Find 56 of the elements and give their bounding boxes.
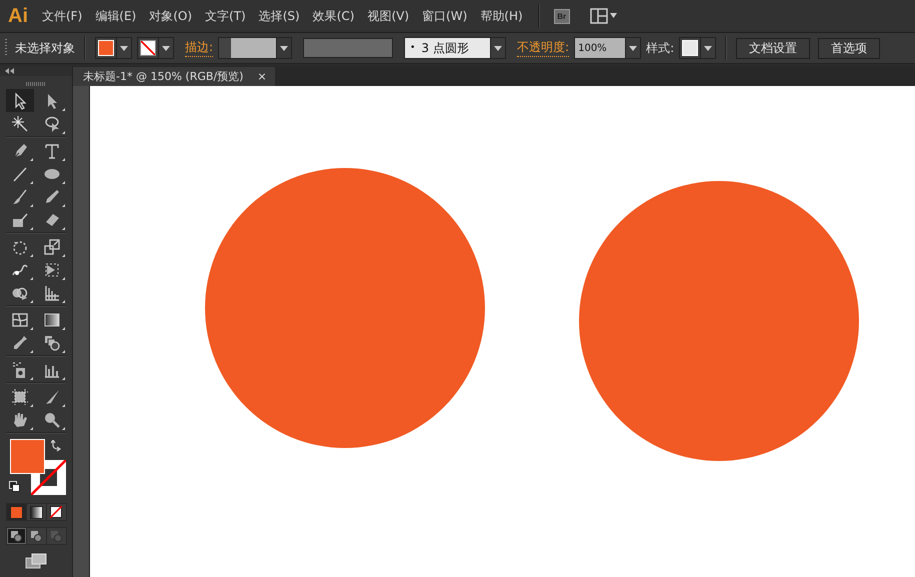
lasso-icon (43, 114, 61, 132)
draw-normal-icon (10, 530, 22, 542)
free-transform-icon (43, 260, 61, 278)
gradient-mode-button[interactable] (26, 504, 46, 520)
menu-item[interactable]: 帮助(H) (480, 8, 523, 24)
artboard-icon (11, 388, 29, 406)
draw-mode-button[interactable] (6, 528, 26, 544)
color-mode-button[interactable] (6, 504, 26, 520)
hand-icon (11, 410, 29, 428)
collapse-panel-icon[interactable] (5, 68, 14, 74)
opacity-link[interactable]: 不透明度: (517, 39, 570, 57)
opacity-field[interactable]: 100% (574, 37, 642, 59)
stroke-color-dropdown[interactable] (137, 37, 174, 59)
selection-status-text: 未选择对象 (15, 40, 75, 56)
menu-item[interactable]: 效果(C) (312, 8, 354, 24)
type-icon (43, 142, 61, 160)
swap-fill-stroke-icon[interactable] (51, 440, 63, 452)
magic-wand-icon (11, 114, 29, 132)
stroke-weight-field[interactable] (218, 37, 292, 59)
gradient-icon (43, 310, 61, 328)
scale-icon (43, 238, 61, 256)
tool-button[interactable] (6, 89, 34, 112)
fill-color-dropdown[interactable] (95, 37, 132, 59)
control-bar-button[interactable]: 首选项 (818, 38, 880, 58)
stroke-link[interactable]: 描边: (185, 39, 214, 57)
pencil-icon (43, 188, 61, 206)
close-tab-button[interactable]: × (257, 70, 267, 83)
document-tab[interactable]: 未标题-1* @ 150% (RGB/预览) × (73, 67, 275, 86)
variable-width-profile-dropdown[interactable] (303, 38, 394, 58)
menu-item[interactable]: 视图(V) (367, 8, 410, 24)
none-mode-button[interactable] (46, 504, 66, 520)
paintbrush-icon (11, 188, 29, 206)
mesh-icon (11, 310, 29, 328)
default-colors-icon[interactable] (9, 481, 20, 492)
fill-swatch[interactable] (10, 439, 45, 474)
perspective-grid-icon (43, 284, 61, 302)
graphic-style-dropdown[interactable] (679, 37, 716, 59)
menu-item[interactable]: 窗口(W) (422, 8, 468, 24)
menu-item[interactable]: 编辑(E) (95, 8, 136, 24)
zoom-icon (43, 410, 61, 428)
style-label: 样式: (646, 40, 674, 56)
eyedropper-icon (11, 334, 29, 352)
document-title: 未标题-1* @ 150% (RGB/预览) (83, 69, 244, 84)
menu-item[interactable]: 选择(S) (258, 8, 300, 24)
workspace-switcher-button[interactable] (590, 8, 620, 24)
menu-item[interactable]: 对象(O) (149, 8, 192, 24)
menu-item[interactable]: 文字(T) (205, 8, 246, 24)
draw-behind-icon (30, 530, 42, 542)
screen-mode-icon[interactable] (25, 553, 47, 569)
brush-definition-dropdown[interactable]: • 3 点圆形 (404, 37, 506, 59)
blend-icon (43, 334, 61, 352)
app-logo: Ai (8, 4, 28, 28)
draw-mode-button[interactable] (26, 528, 46, 544)
menu-item[interactable]: 文件(F) (42, 8, 82, 24)
draw-inside-icon (50, 530, 62, 542)
control-bar-button[interactable]: 文档设置 (736, 38, 810, 58)
